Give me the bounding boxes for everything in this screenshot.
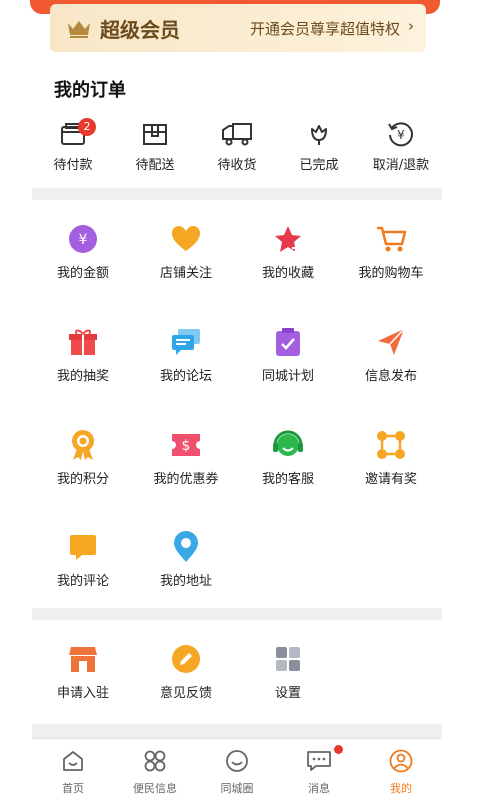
- extra-label: 设置: [274, 686, 301, 701]
- service-store-follow[interactable]: 店铺关注: [135, 222, 237, 281]
- send-icon: [378, 328, 405, 355]
- order-label: 待付款: [53, 158, 93, 173]
- services-grid: ¥ 我的金额 店铺关注 我的收藏 我的购物车 我的抽奖 我的论坛 同城计划 信息…: [32, 200, 442, 608]
- service-label: 同城计划: [261, 369, 314, 384]
- top-bar: 超级会员 开通会员尊享超值特权 ›: [0, 0, 480, 58]
- extras-grid: 申请入驻 意见反馈 设置: [32, 620, 442, 720]
- extra-settings[interactable]: 设置: [237, 642, 339, 701]
- tab-local-info[interactable]: 便民信息: [114, 739, 196, 801]
- section-divider: [32, 188, 442, 200]
- service-address[interactable]: 我的地址: [135, 530, 237, 589]
- headset-icon: [273, 430, 303, 456]
- tab-city-circle[interactable]: 同城圈: [196, 739, 278, 801]
- svg-text:¥: ¥: [397, 128, 405, 142]
- service-label: 我的金额: [56, 266, 109, 281]
- section-divider: [32, 608, 442, 620]
- tab-profile[interactable]: 我的: [360, 739, 442, 801]
- order-status-row: 2 待付款 待配送 待收货 已完成 ¥ 取消/退款: [32, 118, 442, 176]
- tab-label: 同城圈: [220, 782, 254, 795]
- order-refund[interactable]: ¥ 取消/退款: [360, 118, 442, 176]
- service-wallet[interactable]: ¥ 我的金额: [32, 222, 134, 281]
- tab-label: 消息: [308, 782, 330, 795]
- order-badge: 2: [78, 118, 96, 136]
- extra-apply-settle[interactable]: 申请入驻: [32, 642, 134, 701]
- money-icon: ¥: [69, 225, 97, 253]
- vip-subtitle: 开通会员尊享超值特权: [249, 20, 400, 38]
- section-divider: [32, 724, 442, 738]
- medal-icon: [72, 430, 94, 460]
- service-label: 我的收藏: [261, 266, 314, 281]
- order-label: 取消/退款: [372, 158, 430, 173]
- bottom-tab-bar: 首页 便民信息 同城圈 消息 我的: [32, 738, 442, 801]
- heart-icon: [172, 226, 200, 251]
- smile-icon: [226, 750, 248, 772]
- profile-icon: [389, 749, 413, 773]
- truck-icon: [222, 123, 252, 146]
- store-icon: [69, 647, 97, 672]
- star-icon: [275, 226, 301, 252]
- settings-icon: [276, 647, 300, 671]
- service-invite[interactable]: 邀请有奖: [340, 428, 442, 487]
- grid-icon: [144, 750, 166, 772]
- package-icon: [143, 124, 167, 145]
- service-label: 我的地址: [159, 574, 212, 589]
- gift-icon: [69, 329, 97, 355]
- service-points[interactable]: 我的积分: [32, 428, 134, 487]
- notification-dot: [334, 745, 343, 754]
- extra-feedback[interactable]: 意见反馈: [135, 642, 237, 701]
- tab-messages[interactable]: 消息: [278, 739, 360, 801]
- home-icon: [63, 751, 83, 771]
- tab-label: 我的: [390, 782, 412, 795]
- extra-label: 意见反馈: [159, 686, 212, 701]
- service-label: 我的论坛: [159, 369, 212, 384]
- order-pending-delivery[interactable]: 待配送: [114, 118, 196, 176]
- extra-label: 申请入驻: [56, 686, 109, 701]
- service-label: 店铺关注: [159, 266, 212, 281]
- service-forum[interactable]: 我的论坛: [135, 325, 237, 384]
- order-pending-receipt[interactable]: 待收货: [196, 118, 278, 176]
- tab-home[interactable]: 首页: [32, 739, 114, 801]
- service-favorites[interactable]: 我的收藏: [237, 222, 339, 281]
- flower-icon: [311, 125, 327, 145]
- service-label: 我的评论: [56, 574, 109, 589]
- service-label: 信息发布: [364, 369, 417, 384]
- service-label: 我的优惠券: [153, 472, 219, 487]
- service-label: 我的购物车: [358, 266, 424, 281]
- order-label: 待配送: [135, 158, 175, 173]
- svg-text:$: $: [182, 438, 191, 454]
- order-label: 已完成: [299, 158, 339, 173]
- service-support[interactable]: 我的客服: [237, 428, 339, 487]
- network-icon: [377, 431, 405, 459]
- service-comments[interactable]: 我的评论: [32, 530, 134, 589]
- service-city-plan[interactable]: 同城计划: [237, 325, 339, 384]
- vip-title: 超级会员: [100, 17, 180, 42]
- service-coupons[interactable]: $ 我的优惠券: [135, 428, 237, 487]
- location-icon: [174, 531, 198, 562]
- service-cart[interactable]: 我的购物车: [340, 222, 442, 281]
- chat-icon: [172, 329, 200, 355]
- clipboard-icon: [276, 328, 300, 356]
- coupon-icon: $: [172, 434, 200, 456]
- service-label: 我的抽奖: [56, 369, 109, 384]
- service-lottery[interactable]: 我的抽奖: [32, 325, 134, 384]
- cart-icon: [377, 226, 407, 252]
- pencil-icon: [172, 645, 200, 673]
- svg-text:¥: ¥: [79, 232, 88, 248]
- service-label: 我的客服: [261, 472, 314, 487]
- comment-icon: [70, 535, 96, 560]
- tab-label: 首页: [62, 782, 84, 795]
- service-publish[interactable]: 信息发布: [340, 325, 442, 384]
- tab-label: 便民信息: [133, 782, 177, 795]
- service-label: 我的积分: [56, 472, 109, 487]
- message-icon: [307, 751, 331, 771]
- service-label: 邀请有奖: [364, 472, 417, 487]
- vip-banner[interactable]: 超级会员 开通会员尊享超值特权 ›: [50, 4, 426, 52]
- crown-icon: [68, 21, 90, 38]
- order-completed[interactable]: 已完成: [278, 118, 360, 176]
- order-label: 待收货: [217, 158, 257, 173]
- refund-icon: ¥: [388, 122, 413, 147]
- order-pending-payment[interactable]: 2 待付款: [32, 118, 114, 176]
- orders-title: 我的订单: [54, 80, 126, 101]
- chevron-right-icon: ›: [408, 17, 414, 35]
